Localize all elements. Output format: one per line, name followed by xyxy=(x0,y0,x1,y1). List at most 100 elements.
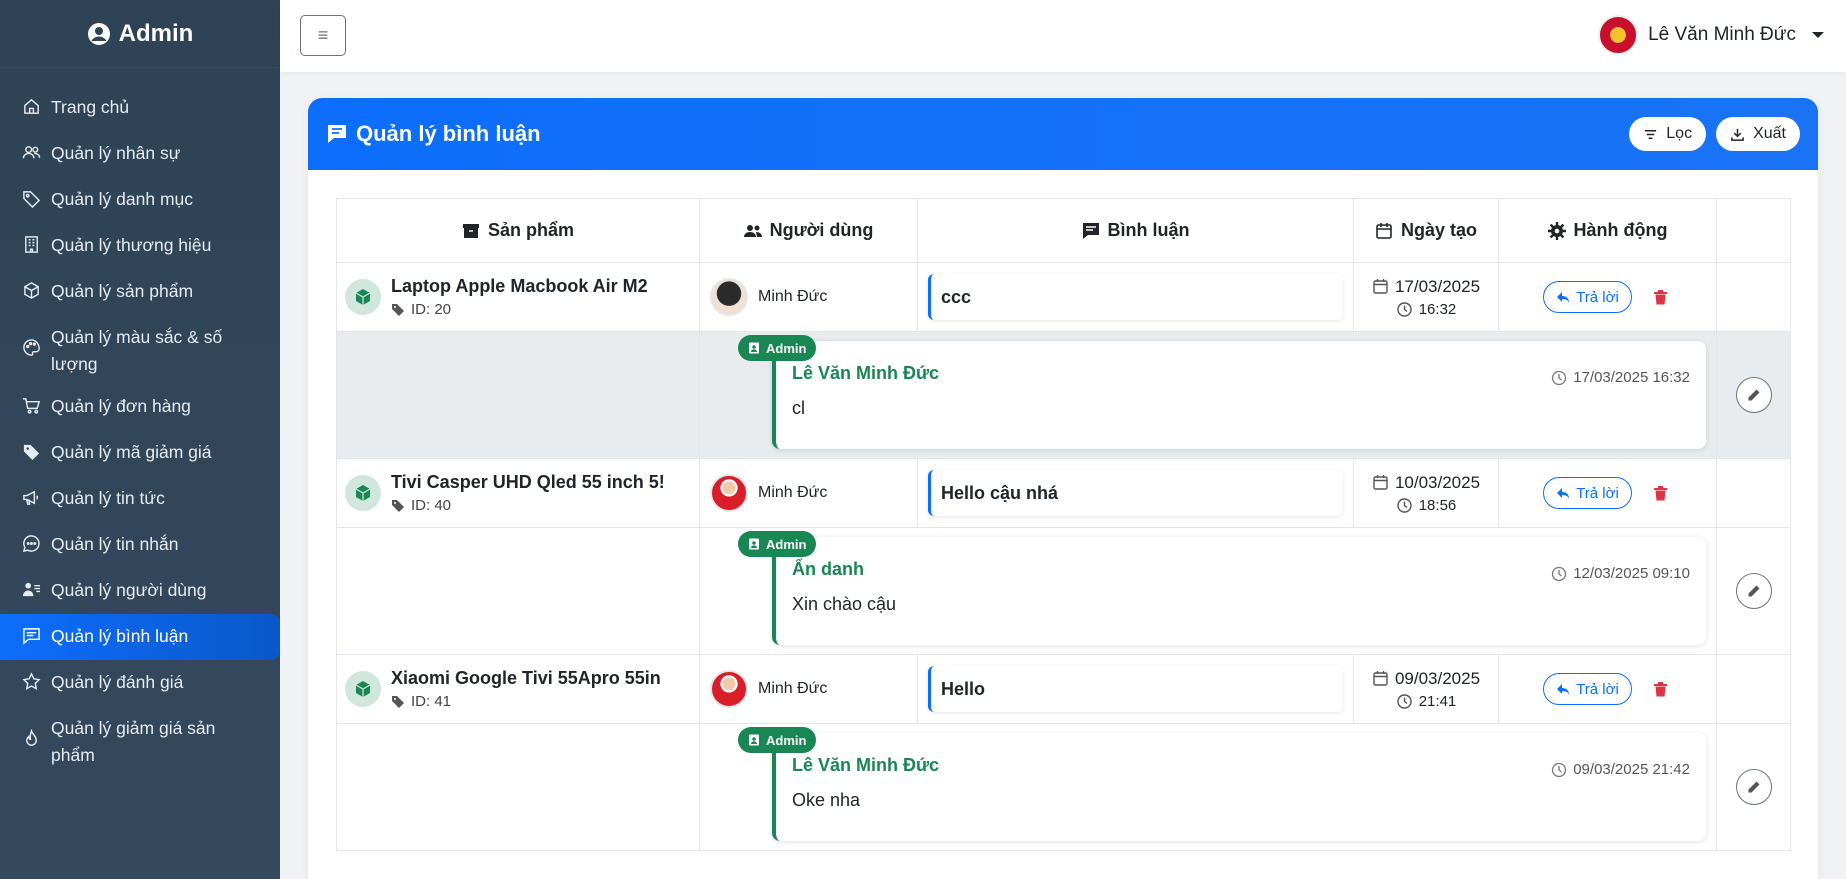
sidebar: Admin Trang chủ Quản lý nhân sự Quản lý … xyxy=(0,0,280,879)
chat-square-text-icon xyxy=(1082,222,1099,239)
sidebar-item-comments[interactable]: Quản lý bình luận xyxy=(0,614,280,660)
sidebar-item-coupons[interactable]: Quản lý mã giảm giá xyxy=(0,430,280,476)
reply-button[interactable]: Trả lời xyxy=(1543,477,1632,509)
reply-spacer-cell xyxy=(336,331,700,459)
megaphone-icon xyxy=(22,488,41,507)
sidebar-item-label: Quản lý nhân sự xyxy=(51,143,181,163)
chat-square-icon xyxy=(22,626,41,645)
brand[interactable]: Admin xyxy=(0,0,280,68)
person-badge-icon xyxy=(749,538,759,550)
sidebar-item-label: Quản lý người dùng xyxy=(51,580,207,600)
table-header-row: Sản phẩm Người dùng Bình luận Ngày tạo H… xyxy=(336,198,1791,263)
person-badge-icon xyxy=(749,342,759,354)
action-cell: Trả lời xyxy=(1498,262,1717,332)
comment-text: Hello cậu nhá xyxy=(928,470,1343,516)
delete-button[interactable] xyxy=(1650,678,1672,700)
chat-dots-icon xyxy=(22,534,41,553)
sidebar-toggle-button[interactable]: ≡ xyxy=(300,15,346,56)
product-name[interactable]: Tivi Casper UHD Qled 55 inch 5! xyxy=(391,472,665,493)
col-product: Sản phẩm xyxy=(336,198,700,263)
product-id: ID: 41 xyxy=(411,693,452,710)
delete-button[interactable] xyxy=(1650,286,1672,308)
pencil-icon xyxy=(1748,781,1760,792)
reply-label: Trả lời xyxy=(1576,288,1619,306)
sidebar-item-label: Quản lý danh mục xyxy=(51,189,194,209)
chevron-down-icon xyxy=(1812,32,1824,38)
reply-time: 12/03/2025 09:10 xyxy=(1573,565,1690,582)
export-button[interactable]: Xuất xyxy=(1716,117,1800,151)
admin-badge: Admin xyxy=(738,531,817,557)
sidebar-item-label: Quản lý giảm giá sản phẩm xyxy=(51,718,216,765)
sidebar-nav: Trang chủ Quản lý nhân sự Quản lý danh m… xyxy=(0,85,280,775)
sidebar-item-reviews[interactable]: Quản lý đánh giá xyxy=(0,660,280,706)
col-user-label: Người dùng xyxy=(769,220,874,240)
extra-cell xyxy=(1716,262,1791,332)
product-cell: Laptop Apple Macbook Air M2 ID: 20 xyxy=(336,262,700,332)
action-cell: Trả lời xyxy=(1498,458,1717,528)
created-time: 21:41 xyxy=(1418,692,1457,710)
tags-icon xyxy=(392,695,404,708)
reply-button[interactable]: Trả lời xyxy=(1543,673,1632,705)
export-label: Xuất xyxy=(1753,125,1786,142)
comment-cell: ccc xyxy=(917,262,1354,332)
calendar-icon xyxy=(1373,475,1388,490)
comment-cell: Hello xyxy=(917,654,1354,724)
product-name[interactable]: Xiaomi Google Tivi 55Apro 55in xyxy=(391,668,661,689)
sidebar-item-label: Quản lý mã giảm giá xyxy=(51,442,212,462)
date-cell: 10/03/2025 18:56 xyxy=(1353,458,1499,528)
reply-cell: Admin Lê Văn Minh Đức 09/03/2025 21:42 O… xyxy=(699,723,1717,851)
calendar-icon xyxy=(1373,671,1388,686)
avatar xyxy=(710,474,748,512)
table-row: Tivi Casper UHD Qled 55 inch 5! ID: 40 M… xyxy=(336,458,1791,528)
reply-row: Admin Lê Văn Minh Đức 17/03/2025 16:32 c… xyxy=(336,331,1791,459)
sidebar-item-label: Quản lý đánh giá xyxy=(51,672,184,692)
user-cell: Minh Đức xyxy=(699,654,918,724)
sidebar-item-messages[interactable]: Quản lý tin nhắn xyxy=(0,522,280,568)
filter-button[interactable]: Lọc xyxy=(1629,117,1707,151)
sidebar-item-news[interactable]: Quản lý tin tức xyxy=(0,476,280,522)
edit-reply-button[interactable] xyxy=(1735,377,1772,413)
edit-cell xyxy=(1716,723,1791,851)
created-time: 16:32 xyxy=(1418,300,1457,318)
sidebar-item-colors[interactable]: Quản lý màu sắc & số lượng xyxy=(0,315,280,384)
trash-icon xyxy=(1654,681,1668,696)
table-row: Xiaomi Google Tivi 55Apro 55in ID: 41 Mi… xyxy=(336,654,1791,724)
col-created-label: Ngày tạo xyxy=(1400,220,1478,240)
edit-reply-button[interactable] xyxy=(1735,769,1772,805)
edit-reply-button[interactable] xyxy=(1735,573,1772,609)
box-icon xyxy=(22,281,41,300)
sidebar-item-products[interactable]: Quản lý sản phẩm xyxy=(0,269,280,315)
reply-spacer-cell xyxy=(336,723,700,851)
created-date: 10/03/2025 xyxy=(1394,472,1481,492)
created-time: 18:56 xyxy=(1418,496,1457,514)
sidebar-item-orders[interactable]: Quản lý đơn hàng xyxy=(0,384,280,430)
user-name: Minh Đức xyxy=(758,484,828,501)
extra-cell xyxy=(1716,458,1791,528)
product-name[interactable]: Laptop Apple Macbook Air M2 xyxy=(391,276,648,297)
reply-button[interactable]: Trả lời xyxy=(1543,281,1632,313)
delete-button[interactable] xyxy=(1650,482,1672,504)
date-cell: 17/03/2025 16:32 xyxy=(1353,262,1499,332)
calendar-icon xyxy=(1373,279,1388,294)
sidebar-item-brands[interactable]: Quản lý thương hiệu xyxy=(0,223,280,269)
sidebar-item-staff[interactable]: Quản lý nhân sự xyxy=(0,131,280,177)
col-comment-label: Bình luận xyxy=(1107,220,1190,240)
clock-icon xyxy=(1397,497,1412,513)
sidebar-item-label: Quản lý bình luận xyxy=(51,626,189,646)
box-icon xyxy=(345,671,381,707)
date-cell: 09/03/2025 21:41 xyxy=(1353,654,1499,724)
admin-badge-label: Admin xyxy=(766,536,807,552)
sidebar-item-users[interactable]: Quản lý người dùng xyxy=(0,568,280,614)
reply-box: Lê Văn Minh Đức 17/03/2025 16:32 cl xyxy=(772,341,1706,449)
user-menu[interactable]: Lê Văn Minh Đức xyxy=(1598,15,1824,55)
sidebar-item-categories[interactable]: Quản lý danh mục xyxy=(0,177,280,223)
edit-cell xyxy=(1716,527,1791,655)
sidebar-item-home[interactable]: Trang chủ xyxy=(0,85,280,131)
sidebar-item-product-discounts[interactable]: Quản lý giảm giá sản phẩm xyxy=(0,706,280,775)
user-name: Minh Đức xyxy=(758,680,828,697)
col-product-label: Sản phẩm xyxy=(487,220,575,240)
extra-cell xyxy=(1716,654,1791,724)
col-extra xyxy=(1716,198,1791,263)
clock-icon xyxy=(1552,566,1567,581)
calendar-icon xyxy=(1376,222,1392,239)
